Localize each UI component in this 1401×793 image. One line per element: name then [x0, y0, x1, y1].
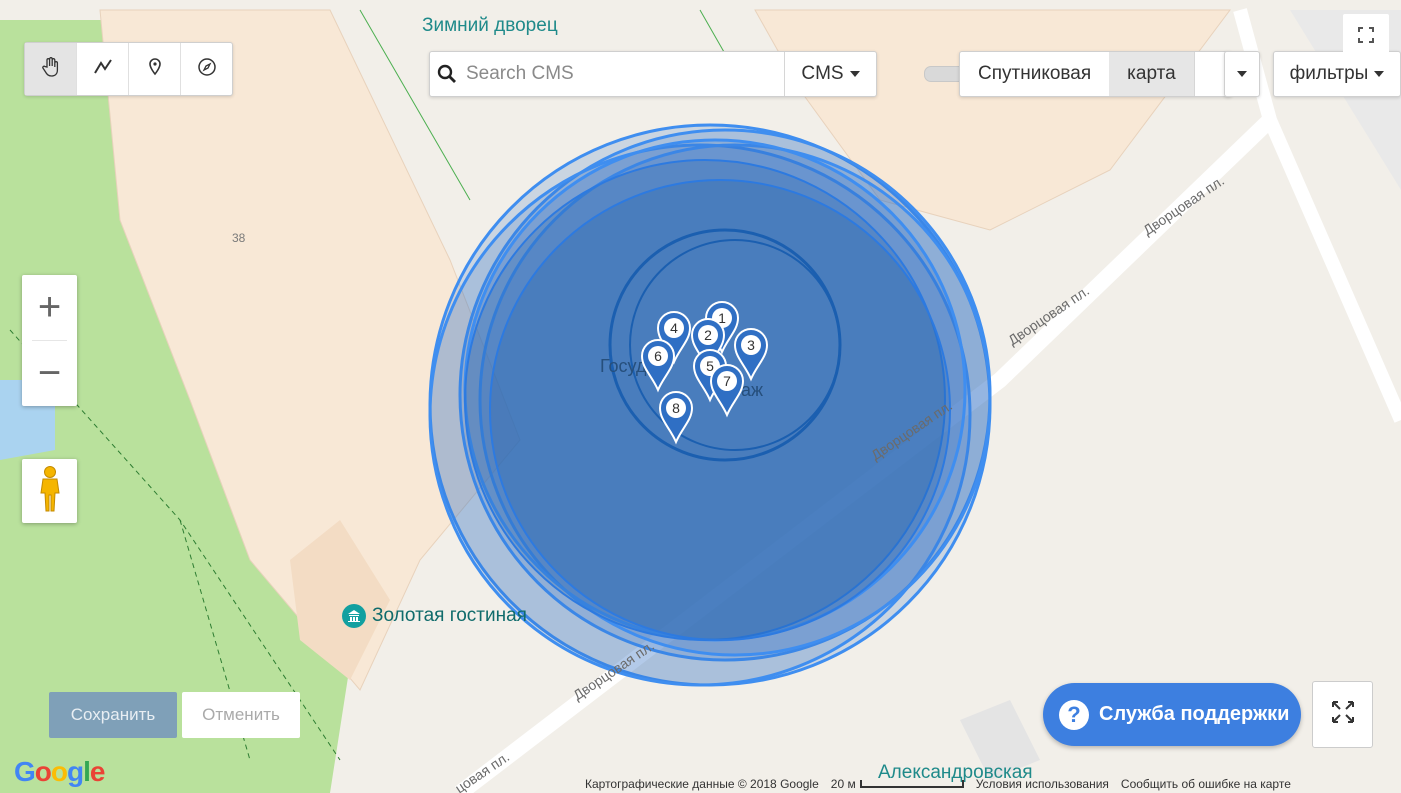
filters-label: фильтры: [1289, 63, 1369, 84]
map-button[interactable]: карта: [1109, 52, 1194, 96]
save-button[interactable]: Сохранить: [49, 692, 177, 738]
fullscreen-button[interactable]: [1343, 14, 1389, 60]
map-footer: Картографические данные © 2018 Google 20…: [585, 774, 1291, 793]
poi-golden-room[interactable]: Золотая гостиная: [342, 604, 527, 628]
support-label: Служба поддержки: [1099, 703, 1290, 725]
map-base-layer: [0, 8, 1401, 793]
pan-tool-button[interactable]: [25, 43, 77, 95]
zoom-in-button[interactable]: +: [22, 275, 77, 340]
chevron-down-icon: [1374, 71, 1385, 77]
compass-tool-button[interactable]: [181, 43, 232, 95]
question-icon: ?: [1059, 699, 1089, 730]
accuracy-circles: [428, 123, 992, 687]
scale-label: 20 м: [830, 776, 856, 791]
scale-bar: 20 м: [831, 777, 964, 791]
pegman-icon: [37, 465, 63, 518]
label-hermitage-part1: Госуд: [600, 356, 647, 376]
cms-dropdown-label: CMS: [801, 63, 844, 84]
street-view-button[interactable]: [22, 459, 77, 523]
map-pin-icon: [144, 56, 166, 83]
map-type-switch: Спутниковая карта: [959, 51, 1232, 97]
scale-line: [859, 779, 964, 788]
zoom-out-button[interactable]: −: [22, 341, 77, 406]
compass-icon: [196, 56, 218, 83]
polyline-icon: [92, 56, 114, 83]
label-golden-room: Золотая гостиная: [372, 605, 527, 626]
search-input[interactable]: [464, 52, 784, 96]
terms-link[interactable]: Условия использования: [976, 777, 1109, 791]
label-winter-palace: Зимний дворец: [422, 15, 558, 36]
hand-pan-icon: [40, 56, 62, 83]
drawing-toolbar: [24, 42, 233, 96]
support-button[interactable]: ? Служба поддержки: [1043, 683, 1301, 746]
chevron-down-icon: [1237, 71, 1247, 77]
marker-tool-button[interactable]: [129, 43, 181, 95]
google-logo: Google: [14, 756, 105, 787]
expand-icon: [1327, 696, 1359, 733]
report-error-link[interactable]: Сообщить об ошибке на карте: [1121, 777, 1291, 791]
zoom-control: + −: [22, 275, 77, 406]
cms-dropdown[interactable]: CMS: [784, 52, 876, 96]
cancel-button[interactable]: Отменить: [182, 692, 300, 738]
museum-icon: [342, 604, 366, 628]
fullscreen-icon: [1354, 23, 1378, 52]
polyline-tool-button[interactable]: [77, 43, 129, 95]
satellite-button[interactable]: Спутниковая: [960, 52, 1109, 96]
layers-dropdown-button[interactable]: [1224, 51, 1260, 97]
map-canvas[interactable]: Зимний дворец 38 Госуд аж Золотая гостин…: [0, 0, 1401, 793]
chevron-down-icon: [849, 71, 860, 77]
label-building-number: 38: [232, 231, 246, 245]
label-hermitage-part2: аж: [741, 380, 764, 400]
map-data-attribution: Картографические данные © 2018 Google: [585, 776, 819, 791]
expand-button[interactable]: [1312, 681, 1373, 748]
search-bar: CMS: [429, 51, 877, 97]
search-icon[interactable]: [430, 52, 464, 96]
